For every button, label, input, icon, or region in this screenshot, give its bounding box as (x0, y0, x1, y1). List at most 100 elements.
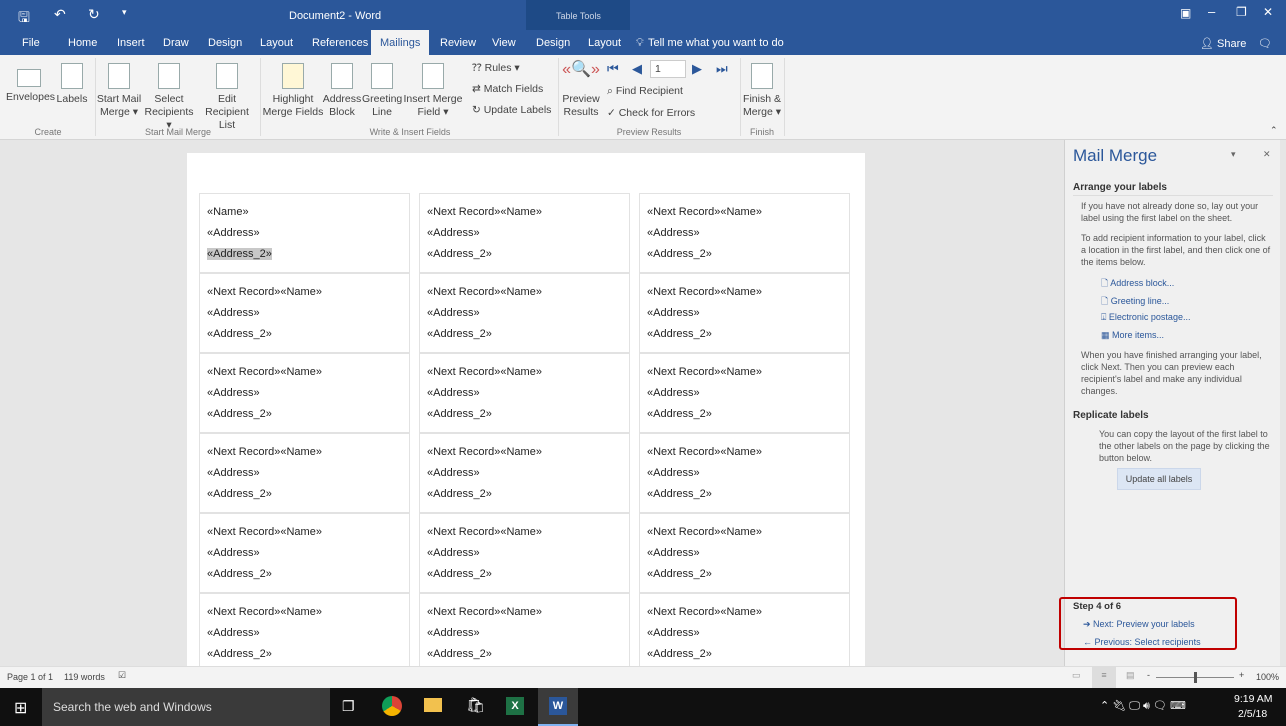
share-button[interactable]: 👤︎ Share (1200, 37, 1246, 50)
pane-close-icon[interactable]: ✕ (1263, 149, 1271, 160)
tell-me-search[interactable]: Tell me what you want to do (648, 37, 784, 49)
tab-layout[interactable]: Layout (260, 37, 293, 49)
match-fields-button[interactable]: ⇄ Match Fields (472, 83, 543, 95)
tab-draw[interactable]: Draw (163, 37, 189, 49)
label-cell[interactable]: «Next Record»«Name» «Address» «Address_2» (199, 513, 410, 593)
greeting-line-link[interactable]: 🗋 Greeting line... (1101, 294, 1169, 310)
print-layout-icon[interactable]: ≡ (1092, 667, 1116, 688)
previous-record-icon[interactable]: ◀ (632, 61, 642, 77)
record-number-input[interactable]: 1 (650, 60, 686, 78)
file-explorer-icon[interactable] (424, 698, 442, 712)
find-recipient-button[interactable]: ⌕ Find Recipient (607, 85, 683, 98)
mail-merge-pane: Mail Merge ▾ ✕ Arrange your labels If yo… (1059, 140, 1280, 666)
tab-review[interactable]: Review (440, 37, 476, 49)
word-count[interactable]: 119 words (64, 672, 105, 682)
windows-start-icon[interactable]: ⊞ (14, 698, 27, 718)
label-cell[interactable]: «Name» «Address» «Address_2» (199, 193, 410, 273)
tab-design[interactable]: Design (208, 37, 242, 49)
label-cell[interactable]: «Next Record»«Name» «Address» «Address_2» (199, 273, 410, 353)
label-cell[interactable]: «Next Record»«Name» «Address» «Address_2» (419, 273, 630, 353)
update-labels-button[interactable]: ↻ Update Labels (472, 104, 551, 116)
excel-icon[interactable]: X (506, 697, 524, 715)
zoom-slider-thumb[interactable] (1194, 672, 1197, 683)
tab-file[interactable]: File (22, 37, 40, 49)
rules-button[interactable]: ⁇ Rules ▾ (472, 62, 520, 74)
labels-button[interactable]: Labels (56, 63, 88, 106)
last-record-icon[interactable]: ⏭ (716, 61, 728, 77)
word-taskbar-button[interactable]: W (538, 688, 578, 726)
label-cell[interactable]: «Next Record»«Name» «Address» «Address_2» (419, 513, 630, 593)
label-cell[interactable]: «Next Record»«Name» «Address» «Address_2» (639, 433, 850, 513)
proofing-icon[interactable]: ☑ (118, 670, 126, 681)
next-step-link[interactable]: ➔ Next: Preview your labels (1083, 619, 1195, 630)
insert-merge-field-button[interactable]: Insert Merge Field ▾ (402, 63, 464, 119)
highlight-merge-fields-button[interactable]: Highlight Merge Fields (262, 63, 324, 119)
tab-table-layout[interactable]: Layout (588, 37, 621, 49)
merge-field: «Address_2» (647, 408, 712, 420)
redo-icon[interactable]: ↻ (88, 6, 100, 23)
next-record-icon[interactable]: ▶ (692, 61, 702, 77)
address-block-button[interactable]: Address Block (322, 63, 362, 119)
labels-icon (61, 63, 83, 89)
label-cell[interactable]: «Next Record»«Name» «Address» «Address_2» (639, 593, 850, 673)
address-block-link[interactable]: 🗋 Address block... (1101, 276, 1174, 292)
label-cell[interactable]: «Next Record»«Name» «Address» «Address_2» (639, 193, 850, 273)
more-items-link[interactable]: ▦ More items... (1101, 330, 1164, 341)
check-for-errors-button[interactable]: ✓ Check for Errors (607, 107, 695, 119)
merge-field: «Address_2» (207, 328, 272, 340)
edit-recipient-list-button[interactable]: Edit Recipient List (196, 63, 258, 132)
close-icon[interactable]: ✕ (1263, 5, 1273, 19)
save-icon[interactable]: 🖫 (18, 7, 30, 31)
label-cell[interactable]: «Next Record»«Name» «Address» «Address_2» (639, 353, 850, 433)
page-count[interactable]: Page 1 of 1 (7, 672, 53, 682)
tab-mailings[interactable]: Mailings (371, 30, 430, 55)
read-mode-icon[interactable]: ▭ (1072, 670, 1081, 681)
zoom-level[interactable]: 100% (1256, 672, 1279, 682)
tab-home[interactable]: Home (68, 37, 97, 49)
label-cell[interactable]: «Next Record»«Name» «Address» «Address_2» (639, 513, 850, 593)
document-page[interactable]: «Name» «Address» «Address_2» «Next Record»«… (187, 153, 865, 673)
store-icon[interactable]: 🛍︎ (466, 696, 485, 714)
label-cell[interactable]: «Next Record»«Name» «Address» «Address_2» (199, 353, 410, 433)
label-cell[interactable]: «Next Record»«Name» «Address» «Address_2» (419, 193, 630, 273)
greeting-line-button[interactable]: Greeting Line (362, 63, 402, 119)
label-cell[interactable]: «Next Record»«Name» «Address» «Address_2» (639, 273, 850, 353)
electronic-postage-link[interactable]: ⍗ Electronic postage... (1101, 312, 1190, 323)
clock-time[interactable]: 9:19 AM (1234, 693, 1273, 705)
collapse-ribbon-icon[interactable]: ⌃ (1270, 125, 1278, 136)
previous-step-link[interactable]: ← Previous: Select recipients (1083, 637, 1201, 647)
task-view-icon[interactable]: ❐ (342, 698, 355, 715)
comments-icon[interactable]: 🗨︎ (1258, 37, 1272, 50)
label-cell[interactable]: «Next Record»«Name» «Address» «Address_2» (199, 433, 410, 513)
taskbar-search[interactable]: Search the web and Windows (42, 688, 330, 726)
select-recipients-button[interactable]: Select Recipients ▾ (142, 63, 196, 132)
tab-insert[interactable]: Insert (117, 37, 145, 49)
zoom-out-button[interactable]: - (1147, 670, 1150, 680)
web-layout-icon[interactable]: ▤ (1126, 670, 1135, 681)
tab-table-design[interactable]: Design (536, 37, 570, 49)
chrome-icon[interactable] (382, 696, 402, 716)
tab-references[interactable]: References (312, 37, 368, 49)
minimize-icon[interactable]: – (1208, 4, 1215, 19)
start-mail-merge-button[interactable]: Start Mail Merge ▾ (96, 63, 142, 119)
ribbon-options-icon[interactable]: ▣ (1180, 6, 1191, 20)
system-tray-icons[interactable]: ⌃ 🔌︎ 🖵︎ 🔊︎ 🗨︎ ⌨︎ (1100, 699, 1186, 713)
label-cell[interactable]: «Next Record»«Name» «Address» «Address_2» (419, 433, 630, 513)
pane-options-icon[interactable]: ▾ (1231, 149, 1236, 160)
first-record-icon[interactable]: ⏮ (607, 61, 619, 77)
label-cell[interactable]: «Next Record»«Name» «Address» «Address_2» (199, 593, 410, 673)
update-all-labels-button[interactable]: Update all labels (1117, 468, 1201, 490)
zoom-slider[interactable] (1156, 672, 1234, 683)
clock-date[interactable]: 2/5/18 (1238, 708, 1267, 720)
customize-icon[interactable]: ▾ (122, 7, 127, 18)
tab-view[interactable]: View (492, 37, 516, 49)
envelope-icon (17, 69, 41, 87)
finish-merge-button[interactable]: Finish & Merge ▾ (742, 63, 782, 119)
restore-icon[interactable]: ❐ (1236, 5, 1247, 19)
label-cell[interactable]: «Next Record»«Name» «Address» «Address_2» (419, 593, 630, 673)
envelopes-button[interactable]: Envelopes (6, 63, 55, 104)
undo-icon[interactable]: ↶ (54, 6, 66, 23)
preview-results-button[interactable]: «🔍» Preview Results (562, 62, 600, 119)
label-cell[interactable]: «Next Record»«Name» «Address» «Address_2» (419, 353, 630, 433)
zoom-in-button[interactable]: + (1239, 670, 1244, 680)
